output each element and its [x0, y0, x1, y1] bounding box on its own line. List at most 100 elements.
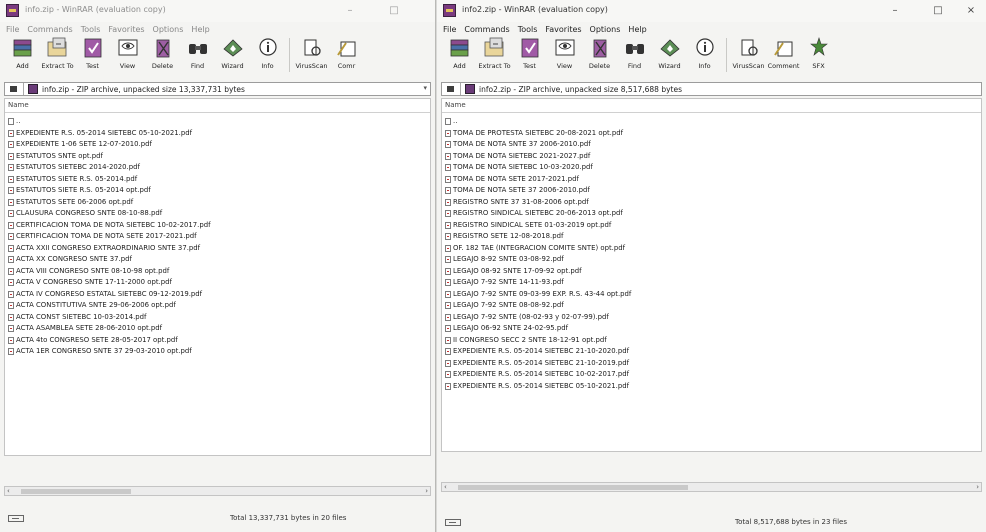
file-row[interactable]: LEGAJO 06-92 SNTE 24-02-95.pdf: [442, 323, 981, 335]
scroll-right-arrow[interactable]: ›: [425, 487, 428, 496]
file-row[interactable]: LEGAJO 7-92 SNTE 08-08-92.pdf: [442, 300, 981, 312]
chevron-down-icon[interactable]: ▾: [423, 84, 427, 92]
title-bar[interactable]: info2.zip - WinRAR (evaluation copy) – □…: [437, 0, 986, 22]
minimize-button[interactable]: –: [883, 3, 907, 19]
scroll-right-arrow[interactable]: ›: [976, 483, 979, 492]
file-row[interactable]: EXPEDIENTE R.S. 05-2014 SIETEBC 05-10-20…: [442, 381, 981, 393]
file-row[interactable]: TOMA DE NOTA SETE 2017-2021.pdf: [442, 174, 981, 186]
file-row[interactable]: ACTA 1ER CONGRESO SNTE 37 29-03-2010 opt…: [5, 346, 430, 358]
menu-commands[interactable]: Commands: [27, 25, 72, 34]
view-button[interactable]: View: [548, 36, 581, 70]
menu-favorites[interactable]: Favorites: [108, 25, 144, 34]
wizard-button[interactable]: Wizard: [653, 36, 686, 70]
maximize-button[interactable]: □: [926, 3, 950, 19]
file-row[interactable]: ESTATUTOS SNTE opt.pdf: [5, 151, 430, 163]
file-row[interactable]: EXPEDIENTE R.S. 05-2014 SIETEBC 21-10-20…: [442, 346, 981, 358]
file-row[interactable]: EXPEDIENTE R.S. 05-2014 SIETEBC 21-10-20…: [442, 358, 981, 370]
file-row[interactable]: ACTA VIII CONGRESO SNTE 08-10-98 opt.pdf: [5, 266, 430, 278]
column-header-name[interactable]: Name: [442, 99, 981, 113]
column-header-name[interactable]: Name: [5, 99, 430, 113]
maximize-button[interactable]: □: [382, 3, 406, 19]
horizontal-scrollbar[interactable]: ‹ ›: [441, 482, 982, 492]
file-row[interactable]: OF. 182 TAE (INTEGRACION COMITE SNTE) op…: [442, 243, 981, 255]
add-button[interactable]: Add: [6, 36, 39, 70]
file-row[interactable]: ESTATUTOS SIETEBC 2014-2020.pdf: [5, 162, 430, 174]
info-button[interactable]: Info: [688, 36, 721, 70]
file-row[interactable]: TOMA DE NOTA SETE 37 2006-2010.pdf: [442, 185, 981, 197]
file-row[interactable]: II CONGRESO SECC 2 SNTE 18-12-91 opt.pdf: [442, 335, 981, 347]
file-row[interactable]: TOMA DE NOTA SIETEBC 10-03-2020.pdf: [442, 162, 981, 174]
menu-options[interactable]: Options: [590, 25, 621, 34]
file-row[interactable]: ESTATUTOS SETE 06-2006 opt.pdf: [5, 197, 430, 209]
address-bar[interactable]: info2.zip - ZIP archive, unpacked size 8…: [441, 82, 982, 96]
file-row[interactable]: LEGAJO 7-92 SNTE (08-02-93 y 02-07-99).p…: [442, 312, 981, 324]
file-row[interactable]: TOMA DE NOTA SNTE 37 2006-2010.pdf: [442, 139, 981, 151]
menu-favorites[interactable]: Favorites: [545, 25, 581, 34]
menu-file[interactable]: File: [443, 25, 456, 34]
virusscan-button[interactable]: VirusScan: [295, 36, 328, 70]
up-folder-icon[interactable]: [5, 83, 24, 95]
file-row[interactable]: ESTATUTOS SIETE R.S. 05-2014.pdf: [5, 174, 430, 186]
file-row[interactable]: ACTA CONSTITUTIVA SNTE 29-06-2006 opt.pd…: [5, 300, 430, 312]
file-row[interactable]: REGISTRO SETE 12-08-2018.pdf: [442, 231, 981, 243]
menu-file[interactable]: File: [6, 25, 19, 34]
file-row[interactable]: REGISTRO SINDICAL SIETEBC 20-06-2013 opt…: [442, 208, 981, 220]
file-row[interactable]: ACTA CONST SIETEBC 10-03-2014.pdf: [5, 312, 430, 324]
comment-button[interactable]: Comment: [767, 36, 800, 70]
file-row[interactable]: LEGAJO 7-92 SNTE 09-03-99 EXP. R.S. 43-4…: [442, 289, 981, 301]
extract-to-button[interactable]: Extract To: [478, 36, 511, 70]
file-row[interactable]: TOMA DE PROTESTA SIETEBC 20-08-2021 opt.…: [442, 128, 981, 140]
file-row[interactable]: REGISTRO SINDICAL SETE 01-03-2019 opt.pd…: [442, 220, 981, 232]
test-button[interactable]: Test: [513, 36, 546, 70]
wizard-button[interactable]: Wizard: [216, 36, 249, 70]
find-button[interactable]: Find: [618, 36, 651, 70]
parent-folder-row[interactable]: ..: [5, 116, 430, 128]
find-button[interactable]: Find: [181, 36, 214, 70]
scroll-left-arrow[interactable]: ‹: [444, 483, 447, 492]
file-row[interactable]: REGISTRO SNTE 37 31-08-2006 opt.pdf: [442, 197, 981, 209]
parent-folder-row[interactable]: ..: [442, 116, 981, 128]
scroll-left-arrow[interactable]: ‹: [7, 487, 10, 496]
title-bar[interactable]: info.zip - WinRAR (evaluation copy) – □: [0, 0, 435, 22]
file-row[interactable]: ACTA 4to CONGRESO SETE 28-05-2017 opt.pd…: [5, 335, 430, 347]
up-folder-icon[interactable]: [442, 83, 461, 95]
horizontal-scrollbar[interactable]: ‹ ›: [4, 486, 431, 496]
menu-options[interactable]: Options: [153, 25, 184, 34]
file-row[interactable]: LEGAJO 08-92 SNTE 17-09-92 opt.pdf: [442, 266, 981, 278]
file-row[interactable]: LEGAJO 7-92 SNTE 14-11-93.pdf: [442, 277, 981, 289]
close-button[interactable]: ×: [959, 3, 983, 19]
comment-button[interactable]: Comr: [330, 36, 363, 70]
file-row[interactable]: ACTA IV CONGRESO ESTATAL SIETEBC 09-12-2…: [5, 289, 430, 301]
file-row[interactable]: EXPEDIENTE R.S. 05-2014 SIETEBC 10-02-20…: [442, 369, 981, 381]
file-row[interactable]: ESTATUTOS SIETE R.S. 05-2014 opt.pdf: [5, 185, 430, 197]
file-row[interactable]: LEGAJO 8-92 SNTE 03-08-92.pdf: [442, 254, 981, 266]
minimize-button[interactable]: –: [338, 3, 362, 19]
file-row[interactable]: ACTA V CONGRESO SNTE 17-11-2000 opt.pdf: [5, 277, 430, 289]
delete-button[interactable]: Delete: [146, 36, 179, 70]
file-row[interactable]: TOMA DE NOTA SIETEBC 2021-2027.pdf: [442, 151, 981, 163]
menu-commands[interactable]: Commands: [464, 25, 509, 34]
address-bar[interactable]: info.zip - ZIP archive, unpacked size 13…: [4, 82, 431, 96]
file-row[interactable]: ACTA XX CONGRESO SNTE 37.pdf: [5, 254, 430, 266]
file-row[interactable]: EXPEDIENTE 1-06 SETE 12-07-2010.pdf: [5, 139, 430, 151]
test-button[interactable]: Test: [76, 36, 109, 70]
menu-tools[interactable]: Tools: [518, 25, 538, 34]
menu-help[interactable]: Help: [191, 25, 209, 34]
scroll-thumb[interactable]: [21, 489, 131, 494]
extract-to-button[interactable]: Extract To: [41, 36, 74, 70]
file-row[interactable]: EXPEDIENTE R.S. 05-2014 SIETEBC 05-10-20…: [5, 128, 430, 140]
file-row[interactable]: ACTA XXII CONGRESO EXTRAORDINARIO SNTE 3…: [5, 243, 430, 255]
sfx-button[interactable]: SFX: [802, 36, 835, 70]
file-row[interactable]: ACTA ASAMBLEA SETE 28-06-2010 opt.pdf: [5, 323, 430, 335]
add-button[interactable]: Add: [443, 36, 476, 70]
file-row[interactable]: CERTIFICACION TOMA DE NOTA SIETEBC 10-02…: [5, 220, 430, 232]
menu-help[interactable]: Help: [628, 25, 646, 34]
file-row[interactable]: CLAUSURA CONGRESO SNTE 08-10-88.pdf: [5, 208, 430, 220]
info-button[interactable]: Info: [251, 36, 284, 70]
file-row[interactable]: CERTIFICACION TOMA DE NOTA SETE 2017-202…: [5, 231, 430, 243]
menu-tools[interactable]: Tools: [81, 25, 101, 34]
scroll-thumb[interactable]: [458, 485, 688, 490]
delete-button[interactable]: Delete: [583, 36, 616, 70]
view-button[interactable]: View: [111, 36, 144, 70]
virusscan-button[interactable]: VirusScan: [732, 36, 765, 70]
